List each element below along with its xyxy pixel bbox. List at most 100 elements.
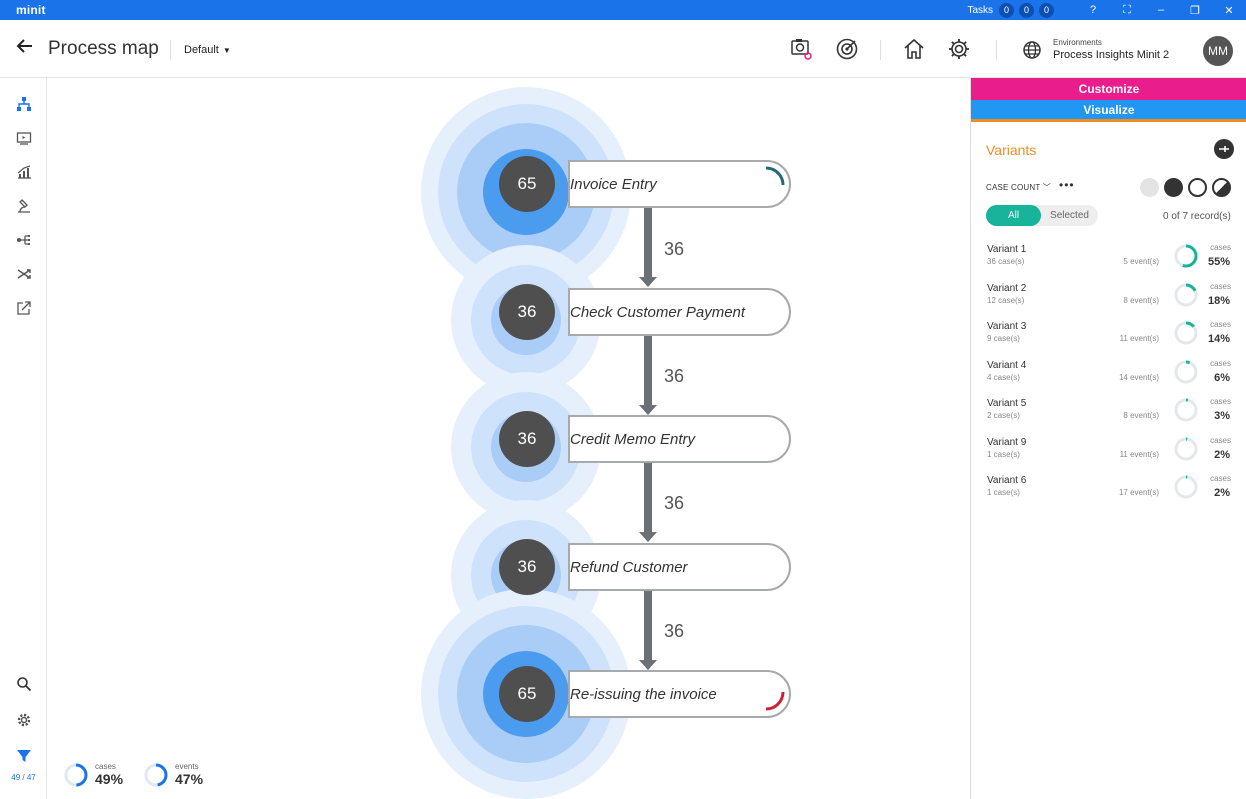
half-circle-icon[interactable] — [1212, 178, 1231, 197]
target-icon[interactable] — [835, 37, 859, 61]
variant-events: 8 event(s) — [1123, 411, 1159, 420]
toggle-selected[interactable]: Selected — [1041, 205, 1098, 226]
shuffle-icon[interactable] — [14, 264, 34, 284]
variant-row[interactable]: Variant 9 1 case(s) 11 event(s) cases 2% — [986, 435, 1234, 475]
cases-ring — [64, 763, 88, 787]
restore-button[interactable]: ❐ — [1178, 0, 1212, 20]
edge-label[interactable]: 36 — [664, 493, 684, 514]
variant-events: 8 event(s) — [1123, 295, 1159, 305]
chevron-down-icon: ﹀ — [1042, 183, 1051, 192]
variant-ring — [1174, 283, 1198, 306]
edge-arrowhead — [639, 660, 657, 670]
variant-row[interactable]: Variant 3 9 case(s) 11 event(s) cases 14… — [986, 320, 1234, 359]
variant-row[interactable]: Variant 4 4 case(s) 14 event(s) cases 6% — [986, 358, 1234, 398]
variant-percent: 2% — [1214, 487, 1230, 499]
visualize-tab[interactable]: Visualize — [971, 100, 1246, 122]
events-ring — [144, 763, 168, 787]
variant-row[interactable]: Variant 5 2 case(s) 8 event(s) cases 3% — [986, 397, 1234, 436]
variant-events: 11 event(s) — [1119, 334, 1159, 343]
fullscreen-button[interactable]: ⛶ — [1110, 0, 1144, 20]
edge-line — [644, 208, 652, 278]
chart-icon[interactable] — [14, 162, 34, 182]
variant-percent-label: cases — [1210, 397, 1231, 406]
help-button[interactable]: ? — [1076, 0, 1110, 20]
variant-percent: 3% — [1214, 410, 1230, 422]
edge-arrowhead — [639, 532, 657, 542]
variant-events: 14 event(s) — [1118, 372, 1159, 382]
variant-row[interactable]: Variant 1 36 case(s) 5 event(s) cases 55… — [986, 243, 1234, 282]
title-bar-controls: Tasks 0 0 0 ? ⛶ – ❐ ✕ — [967, 0, 1246, 20]
gear-icon[interactable] — [947, 37, 971, 61]
empty-circle-icon[interactable] — [1188, 178, 1207, 197]
edge-label[interactable]: 36 — [664, 239, 684, 260]
edge-line — [644, 463, 652, 533]
sort-label: CASE COUNT — [986, 183, 1041, 192]
variant-percent: 2% — [1214, 448, 1230, 461]
gear-icon[interactable] — [14, 710, 34, 730]
view-select[interactable]: Default ▼ — [184, 44, 231, 56]
variant-row[interactable]: Variant 6 1 case(s) 17 event(s) cases 2% — [986, 474, 1234, 513]
task-badge-1[interactable]: 0 — [999, 2, 1014, 18]
filled-circle-icon[interactable] — [1164, 178, 1183, 197]
more-options-icon[interactable]: ••• — [1059, 178, 1075, 192]
customize-tab[interactable]: Customize — [971, 78, 1246, 100]
variant-percent-label: cases — [1210, 474, 1231, 483]
avatar[interactable]: MM — [1203, 36, 1233, 66]
task-badge-3[interactable]: 0 — [1039, 2, 1054, 18]
variant-events: 17 event(s) — [1118, 488, 1159, 497]
coverage-stats: cases 49% events 47% — [64, 761, 224, 787]
filter-icon[interactable] — [14, 746, 34, 766]
variant-ring — [1174, 437, 1198, 460]
minimize-button[interactable]: – — [1144, 0, 1178, 20]
dashboard-icon[interactable] — [14, 128, 34, 148]
edge-arrowhead — [639, 277, 657, 287]
filter-mode-icon[interactable] — [1140, 178, 1159, 197]
variant-percent: 18% — [1207, 294, 1230, 307]
process-map-icon[interactable] — [14, 94, 34, 114]
node-label: Credit Memo Entry — [570, 431, 696, 448]
variant-events: 5 event(s) — [1123, 257, 1159, 266]
screenshot-settings-icon[interactable] — [789, 37, 813, 61]
sort-selector[interactable]: CASE COUNT ﹀ — [986, 182, 1051, 193]
variant-cases: 12 case(s) — [987, 295, 1025, 305]
variant-percent-label: cases — [1210, 435, 1231, 445]
toggle-all[interactable]: All — [986, 205, 1041, 226]
start-arc-icon — [765, 166, 785, 186]
variant-percent-label: cases — [1210, 320, 1231, 329]
variant-events: 11 event(s) — [1119, 449, 1159, 459]
microscope-icon[interactable] — [14, 196, 34, 216]
node-count: 36 — [499, 284, 555, 340]
close-button[interactable]: ✕ — [1212, 0, 1246, 20]
page-title: Process map — [48, 38, 159, 59]
edge-label[interactable]: 36 — [664, 621, 684, 642]
edge-label[interactable]: 36 — [664, 366, 684, 387]
export-icon[interactable] — [14, 298, 34, 318]
cases-stat-label: cases — [95, 762, 116, 771]
variant-percent-label: cases — [1210, 243, 1231, 252]
node-count: 36 — [499, 411, 555, 467]
variant-ring — [1174, 244, 1198, 268]
variant-name: Variant 4 — [987, 359, 1027, 371]
search-icon[interactable] — [14, 674, 34, 694]
environment-selector[interactable]: Environments Process Insights Minit 2 — [1022, 36, 1172, 66]
variants-panel: Customize Visualize Variants CASE COUNT … — [970, 78, 1246, 799]
panel-title: Variants — [986, 142, 1037, 158]
process-map-canvas[interactable]: 36 36 36 36 Invoice Entry Check Customer… — [48, 78, 970, 799]
edge-line — [644, 336, 652, 406]
variant-percent-label: cases — [1210, 358, 1231, 368]
back-arrow-icon[interactable] — [14, 36, 36, 60]
node-count: 36 — [499, 539, 555, 595]
home-icon[interactable] — [902, 37, 926, 61]
environment-name: Process Insights Minit 2 — [1053, 49, 1170, 61]
variant-ring — [1174, 321, 1198, 345]
cases-stat: cases 49% — [64, 761, 144, 787]
node-label: Check Customer Payment — [570, 304, 746, 321]
edge-line — [644, 591, 652, 661]
task-badge-2[interactable]: 0 — [1019, 2, 1034, 18]
rules-icon[interactable] — [14, 230, 34, 250]
header: Process map Default ▼ Environments Proces… — [0, 20, 1246, 78]
node-count: 65 — [499, 156, 555, 212]
variant-row[interactable]: Variant 2 12 case(s) 8 event(s) cases 18… — [986, 282, 1234, 321]
variant-cases: 1 case(s) — [987, 449, 1020, 459]
pin-icon[interactable] — [1214, 139, 1234, 159]
